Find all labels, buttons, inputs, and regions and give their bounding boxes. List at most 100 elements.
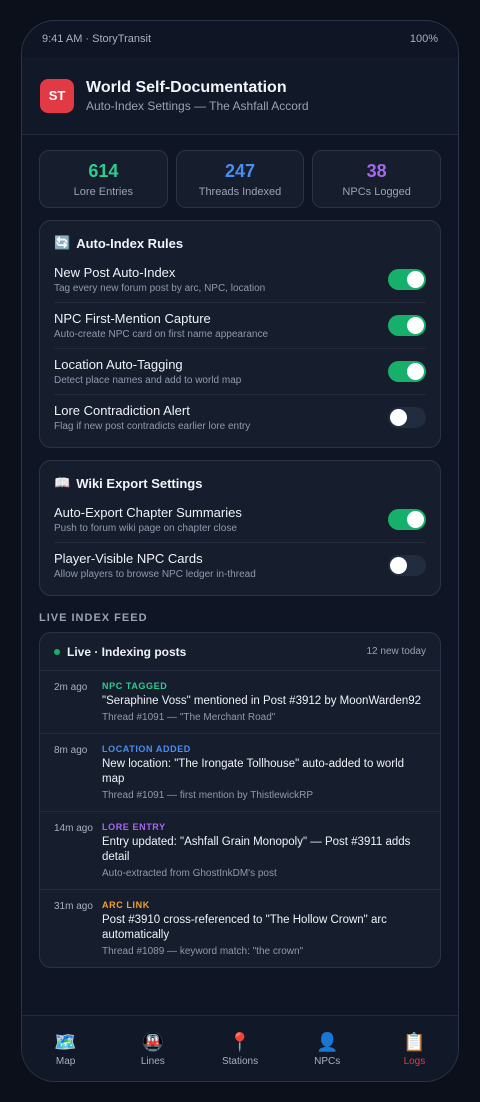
page-title: World Self-Documentation bbox=[86, 78, 287, 96]
npcs-icon: 👤 bbox=[316, 1031, 339, 1052]
stat-label: Lore Entries bbox=[73, 185, 133, 198]
setting-description: Allow players to browse NPC ledger in-th… bbox=[54, 569, 256, 580]
entry-meta: Thread #1091 — "The Merchant Road" bbox=[102, 712, 276, 723]
stations-icon: 📍 bbox=[228, 1031, 252, 1052]
stat-value: 614 bbox=[88, 160, 119, 181]
entry-tag: NPC TAGGED bbox=[102, 681, 168, 691]
setting-row: Lore Contradiction Alert Flag if new post… bbox=[54, 395, 426, 441]
card-title-text: Auto-Index Rules bbox=[76, 235, 184, 251]
setting-text: New Post Auto-Index Tag every new forum p… bbox=[54, 265, 265, 294]
setting-text: Location Auto-Tagging Detect place names … bbox=[54, 357, 241, 386]
tab-label: Map bbox=[55, 1055, 76, 1067]
toggle-knob bbox=[390, 409, 407, 426]
setting-title: Location Auto-Tagging bbox=[54, 356, 183, 372]
feed-count: 12 new today bbox=[366, 646, 427, 657]
setting-row: Auto-Export Chapter Summaries Push to for… bbox=[54, 497, 426, 543]
entry-time: 14m ago bbox=[54, 823, 93, 834]
entry-time: 2m ago bbox=[54, 682, 88, 693]
setting-text: Lore Contradiction Alert Flag if new post… bbox=[54, 403, 250, 432]
entry-message: "Seraphine Voss" mentioned in Post #3912… bbox=[102, 695, 422, 707]
entry-meta: Thread #1091 — first mention by Thistlew… bbox=[102, 790, 314, 801]
live-indicator: Live · Indexing posts bbox=[54, 645, 186, 659]
setting-description: Push to forum wiki page on chapter close bbox=[54, 522, 237, 534]
wiki-export-settings-card: 📖 Wiki Export Settings Auto-Export Chapt… bbox=[39, 460, 441, 596]
tab-label: Stations bbox=[221, 1055, 259, 1067]
setting-row: NPC First-Mention Capture Auto-create NPC… bbox=[54, 303, 426, 349]
toggle-switch[interactable] bbox=[388, 555, 426, 576]
setting-text: NPC First-Mention Capture Auto-create NPC… bbox=[54, 311, 268, 340]
setting-row: Player-Visible NPC Cards Allow players to… bbox=[54, 543, 426, 589]
feed-entry[interactable]: 8m ago LOCATION ADDED New location: "The I… bbox=[40, 734, 440, 812]
setting-description: Detect place names and add to world map bbox=[54, 374, 242, 386]
setting-title: Lore Contradiction Alert bbox=[54, 403, 190, 418]
page-subtitle: Auto-Index Settings — The Ashfall Accord bbox=[86, 98, 309, 113]
entry-tag: LORE ENTRY bbox=[102, 822, 166, 832]
toggle-switch[interactable] bbox=[388, 314, 426, 336]
entry-time: 8m ago bbox=[54, 745, 88, 756]
stat-value: 247 bbox=[224, 160, 256, 181]
tab-lines[interactable]: 🚇 Lines bbox=[109, 1016, 196, 1081]
map-icon: 🗺️ bbox=[54, 1031, 77, 1052]
lines-icon: 🚇 bbox=[141, 1031, 165, 1052]
setting-title: NPC First-Mention Capture bbox=[54, 310, 211, 326]
toggle-switch[interactable] bbox=[388, 360, 426, 382]
tab-label: Logs bbox=[403, 1055, 426, 1067]
entry-message: Post #3910 cross-referenced to "The Holl… bbox=[102, 914, 387, 941]
status-bar: 9:41 AM · StoryTransit 100% bbox=[22, 21, 458, 57]
live-label: Live · Indexing posts bbox=[67, 644, 187, 659]
stat-card: 614 Lore Entries bbox=[39, 150, 168, 208]
setting-text: Auto-Export Chapter Summaries Push to for… bbox=[54, 505, 242, 534]
setting-title: New Post Auto-Index bbox=[54, 264, 176, 280]
entry-message: Entry updated: "Ashfall Grain Monopoly" … bbox=[102, 836, 411, 863]
setting-text: Player-Visible NPC Cards Allow players to… bbox=[54, 551, 256, 580]
card-title: 🔄 Auto-Index Rules bbox=[54, 235, 426, 251]
app-logo: ST bbox=[40, 78, 74, 113]
entry-message: New location: "The Irongate Tollhouse" a… bbox=[102, 758, 405, 785]
entry-meta: Auto-extracted from GhostInkDM's post bbox=[102, 868, 277, 879]
header: ST World Self-Documentation Auto-Index S… bbox=[22, 57, 458, 135]
entry-meta: Thread #1089 — keyword match: "the crown… bbox=[102, 946, 304, 957]
tab-map[interactable]: 🗺️ Map bbox=[22, 1016, 109, 1081]
entry-tag: ARC LINK bbox=[102, 900, 150, 910]
toggle-knob bbox=[407, 510, 424, 528]
status-bar-app: 9:41 AM · StoryTransit bbox=[42, 33, 152, 45]
entry-body: NPC TAGGED "Seraphine Voss" mentioned in … bbox=[102, 681, 421, 723]
entry-body: ARC LINK Post #3910 cross-referenced to "… bbox=[102, 900, 426, 957]
stat-label: NPCs Logged bbox=[342, 185, 411, 198]
card-title: 📖 Wiki Export Settings bbox=[54, 475, 426, 491]
feed-header: Live · Indexing posts 12 new today bbox=[40, 633, 440, 671]
battery-level: 100% bbox=[409, 33, 438, 45]
setting-description: Flag if new post contradicts earlier lor… bbox=[54, 421, 251, 432]
toggle-switch[interactable] bbox=[388, 407, 426, 428]
stat-value: 38 bbox=[366, 160, 387, 181]
entry-tag: LOCATION ADDED bbox=[102, 744, 191, 754]
stat-label: Threads Indexed bbox=[198, 185, 282, 198]
toggle-switch[interactable] bbox=[388, 508, 426, 530]
feed-entry[interactable]: 2m ago NPC TAGGED "Seraphine Voss" mention… bbox=[40, 671, 440, 734]
setting-title: Player-Visible NPC Cards bbox=[54, 551, 203, 566]
entry-body: LORE ENTRY Entry updated: "Ashfall Grain … bbox=[102, 822, 426, 879]
live-dot-icon bbox=[54, 648, 60, 655]
toggle-switch[interactable] bbox=[388, 268, 426, 290]
toggle-knob bbox=[407, 316, 424, 334]
section-label: LIVE INDEX FEED bbox=[39, 612, 148, 624]
tab-label: NPCs bbox=[314, 1055, 341, 1067]
toggle-knob bbox=[407, 362, 424, 380]
stat-card: 38 NPCs Logged bbox=[312, 150, 442, 208]
toggle-knob bbox=[390, 557, 407, 574]
setting-row: New Post Auto-Index Tag every new forum p… bbox=[54, 257, 426, 303]
feed-entry[interactable]: 31m ago ARC LINK Post #3910 cross-referenc… bbox=[40, 890, 440, 967]
tab-npcs[interactable]: 👤 NPCs bbox=[284, 1016, 371, 1081]
stats-row: 614 Lore Entries 247 Threads Indexed 38 NPCs … bbox=[39, 150, 442, 208]
book-icon: 📖 bbox=[54, 475, 71, 490]
card-title-text: Wiki Export Settings bbox=[76, 475, 203, 491]
setting-title: Auto-Export Chapter Summaries bbox=[54, 504, 242, 520]
tab-stations[interactable]: 📍 Stations bbox=[196, 1016, 283, 1081]
entry-time: 31m ago bbox=[54, 901, 93, 912]
phone-frame: 9:41 AM · StoryTransit 100% ST World Sel… bbox=[21, 20, 459, 1082]
setting-description: Auto-create NPC card on first name appea… bbox=[54, 328, 268, 340]
tab-label: Lines bbox=[140, 1055, 165, 1067]
feed-entry[interactable]: 14m ago LORE ENTRY Entry updated: "Ashfall… bbox=[40, 812, 440, 890]
bottom-tab-bar: 🗺️ Map 🚇 Lines 📍 Stations 👤 NPCs 📋 Logs bbox=[22, 1015, 458, 1081]
tab-logs[interactable]: 📋 Logs bbox=[371, 1016, 458, 1081]
